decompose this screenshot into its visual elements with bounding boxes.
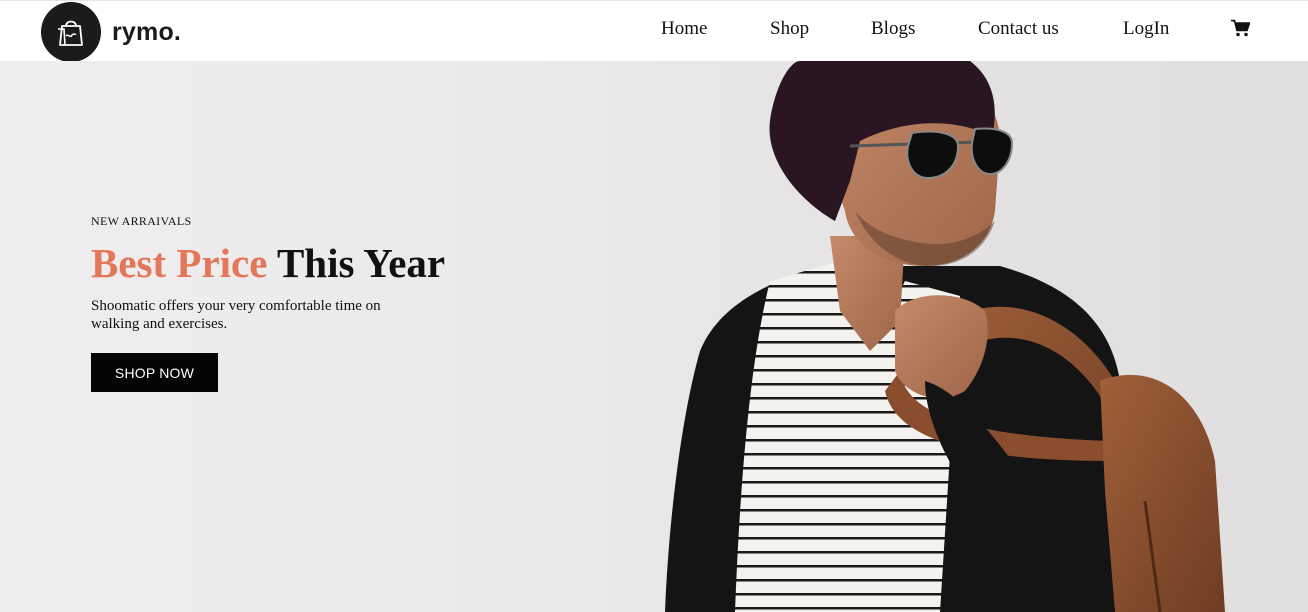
hero-headline-rest: This Year — [267, 240, 446, 286]
hero-model-image — [665, 61, 1225, 612]
hero-headline: Best Price This Year — [91, 239, 445, 287]
hero-banner: NEW ARRAIVALS Best Price This Year Shoom… — [0, 61, 1308, 612]
hero-headline-accent: Best Price — [91, 240, 268, 286]
hero-description: Shoomatic offers your very comfortable t… — [91, 298, 381, 332]
nav-blogs[interactable]: Blogs — [871, 17, 915, 41]
nav-shop[interactable]: Shop — [770, 17, 809, 41]
shop-now-button[interactable]: SHOP NOW — [91, 353, 218, 392]
nav-home[interactable]: Home — [661, 17, 707, 41]
nav-login[interactable]: LogIn — [1123, 17, 1169, 41]
site-header: rymo. Home Shop Blogs Contact us LogIn — [0, 0, 1308, 62]
main-navigation: Home Shop Blogs Contact us LogIn — [0, 17, 1308, 41]
cart-icon[interactable] — [1231, 19, 1251, 44]
nav-contact-us[interactable]: Contact us — [978, 17, 1059, 41]
hero-eyebrow: NEW ARRAIVALS — [91, 214, 192, 228]
